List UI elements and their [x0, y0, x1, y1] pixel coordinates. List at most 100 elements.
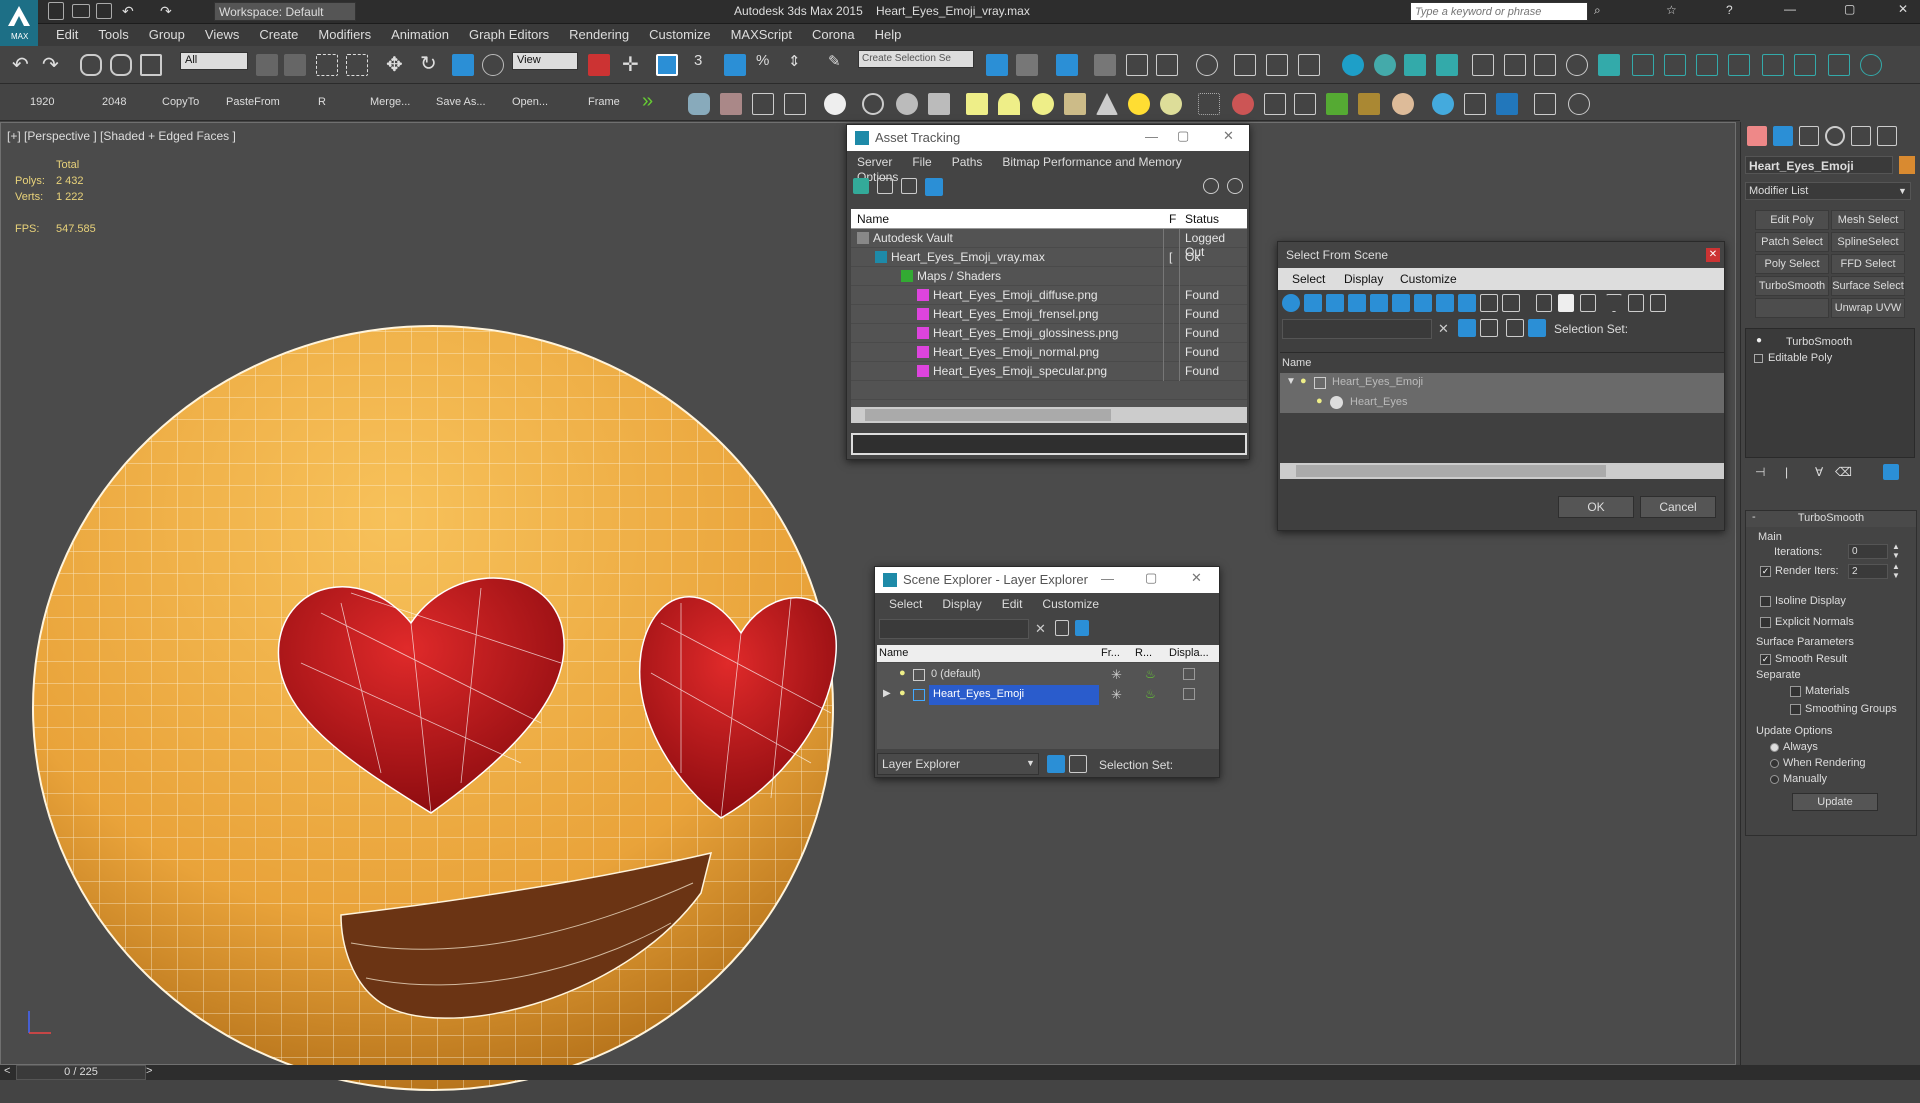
asset-row[interactable]: Maps / Shaders	[851, 267, 1247, 286]
display-box-icon[interactable]	[1183, 668, 1195, 680]
save-file-icon[interactable]	[96, 3, 112, 19]
tool-icon-l[interactable]	[1762, 54, 1784, 76]
mirror-icon[interactable]	[986, 54, 1008, 76]
col-f[interactable]: F	[1169, 212, 1176, 226]
render-iters-spinner[interactable]: 2	[1848, 564, 1888, 579]
new-file-icon[interactable]	[48, 2, 64, 20]
motion-tab-icon[interactable]	[1825, 126, 1845, 146]
edit-named-sets-icon[interactable]: ✎	[828, 52, 841, 70]
filter-bones-icon[interactable]	[1458, 294, 1476, 312]
redo-button-icon[interactable]: ↷	[42, 52, 59, 77]
menu-group[interactable]: Group	[139, 24, 195, 45]
menu-edit[interactable]: Edit	[992, 597, 1033, 611]
object-name-field[interactable]: Heart_Eyes_Emoji	[1745, 156, 1893, 174]
gear-icon[interactable]	[862, 93, 884, 115]
materials-checkbox[interactable]	[1790, 685, 1801, 697]
hierarchy-icon[interactable]	[1528, 319, 1546, 337]
surface-select-button[interactable]: Surface Select	[1831, 276, 1905, 296]
curve-editor-icon[interactable]	[1126, 54, 1148, 76]
teapot-icon[interactable]	[688, 93, 710, 115]
frame-button[interactable]: Frame	[588, 96, 620, 108]
create-tab-icon[interactable]	[1747, 126, 1767, 146]
ffd-select-button[interactable]: FFD Select	[1831, 254, 1905, 274]
tab-customize[interactable]: Customize	[1400, 272, 1457, 286]
utilities-tab-icon[interactable]	[1877, 126, 1897, 146]
menu-views[interactable]: Views	[195, 24, 249, 45]
hair-icon[interactable]	[1358, 93, 1380, 115]
display-tab-icon[interactable]	[1851, 126, 1871, 146]
unlink-icon[interactable]	[110, 54, 132, 76]
render-iters-row[interactable]: ✓ Render Iters:	[1760, 565, 1839, 577]
menu-edit[interactable]: Edit	[46, 24, 88, 45]
find-case-icon[interactable]	[1458, 319, 1476, 337]
material-ball-icon[interactable]	[1392, 93, 1414, 115]
always-row[interactable]: Always	[1770, 741, 1818, 753]
tool-icon-k[interactable]	[1728, 54, 1750, 76]
layer-row-default[interactable]: ● 0 (default) ✳ ♨	[877, 665, 1219, 685]
filter-options-icon[interactable]	[1628, 294, 1644, 312]
tool-icon-d[interactable]	[1504, 54, 1526, 76]
materials-row[interactable]: Materials	[1790, 685, 1850, 697]
rendered-frame-icon[interactable]	[1266, 54, 1288, 76]
rotate-icon[interactable]: ↻	[420, 51, 437, 76]
manually-radio[interactable]	[1770, 774, 1779, 784]
clear-search-icon[interactable]: ✕	[1035, 621, 1046, 637]
tool-icon-f[interactable]	[1566, 54, 1588, 76]
filter-frozen-icon[interactable]	[1502, 294, 1520, 312]
modifier-list-dropdown[interactable]: Modifier List ▼	[1745, 182, 1911, 200]
settings-icon[interactable]	[1227, 178, 1243, 194]
maximize-icon[interactable]: ▢	[1177, 128, 1189, 144]
highlight-icon[interactable]	[1075, 620, 1089, 636]
tool-icon-e[interactable]	[1534, 54, 1556, 76]
asset-table-hscroll[interactable]	[851, 407, 1247, 423]
mesh-select-button[interactable]: Mesh Select	[1831, 210, 1905, 230]
percent-snap-icon[interactable]: %	[756, 52, 769, 69]
show-end-result-icon[interactable]: |	[1785, 465, 1788, 479]
make-unique-icon[interactable]: ∀	[1815, 465, 1823, 479]
preset-1920-button[interactable]: 1920	[30, 96, 54, 108]
stack-item-turbosmooth[interactable]: ● TurboSmooth	[1746, 335, 1914, 351]
camera-icon[interactable]	[928, 93, 950, 115]
render-icon[interactable]	[1298, 54, 1320, 76]
cancel-button[interactable]: Cancel	[1640, 496, 1716, 518]
vfb-icon[interactable]	[1496, 93, 1518, 115]
menu-animation[interactable]: Animation	[381, 24, 459, 45]
when-rendering-row[interactable]: When Rendering	[1770, 757, 1866, 769]
object-color-swatch[interactable]	[1899, 156, 1915, 174]
col-render[interactable]: R...	[1135, 647, 1152, 659]
merge-button[interactable]: Merge...	[370, 96, 410, 108]
layers-icon[interactable]	[1506, 319, 1524, 337]
minimize-icon[interactable]: —	[1145, 129, 1158, 144]
filter-icon[interactable]	[1055, 620, 1069, 636]
col-name[interactable]: Name	[879, 647, 908, 659]
star-icon[interactable]: ☆	[1666, 3, 1677, 17]
maximize-icon[interactable]: ▢	[1145, 570, 1157, 586]
plane-icon[interactable]	[966, 93, 988, 115]
sky-icon[interactable]	[1160, 93, 1182, 115]
sun-icon[interactable]	[1374, 54, 1396, 76]
tool-icon-j[interactable]	[1696, 54, 1718, 76]
search-input[interactable]	[1410, 2, 1588, 21]
asset-row[interactable]: Heart_Eyes_Emoji_diffuse.png Found	[851, 286, 1247, 305]
menu-help[interactable]: Help	[865, 24, 912, 45]
app-logo[interactable]: MAX	[0, 0, 38, 46]
menu-corona[interactable]: Corona	[802, 24, 865, 45]
table-icon[interactable]	[784, 93, 806, 115]
cone-icon[interactable]	[1096, 93, 1118, 115]
menu-tools[interactable]: Tools	[88, 24, 138, 45]
proxy-icon[interactable]	[1232, 93, 1254, 115]
always-radio[interactable]	[1770, 742, 1779, 752]
place-icon[interactable]	[482, 54, 504, 76]
when-rendering-radio[interactable]	[1770, 758, 1779, 768]
scene-explorer-titlebar[interactable]: Scene Explorer - Layer Explorer — ▢ ✕	[875, 567, 1219, 593]
layer-search-input[interactable]	[879, 619, 1029, 639]
rectangle-selection-icon[interactable]	[316, 54, 338, 76]
explorer-type-dropdown[interactable]: Layer Explorer ▼	[877, 753, 1039, 775]
col-status[interactable]: Status	[1185, 212, 1219, 226]
named-selection-dropdown[interactable]: Create Selection Se	[858, 50, 974, 68]
select-invert-icon[interactable]	[1580, 294, 1596, 312]
time-slider-thumb[interactable]: 0 / 225	[16, 1065, 146, 1080]
detail-view-icon[interactable]	[901, 178, 917, 194]
asset-row[interactable]: Heart_Eyes_Emoji_normal.png Found	[851, 343, 1247, 362]
fur-icon[interactable]	[1264, 93, 1286, 115]
